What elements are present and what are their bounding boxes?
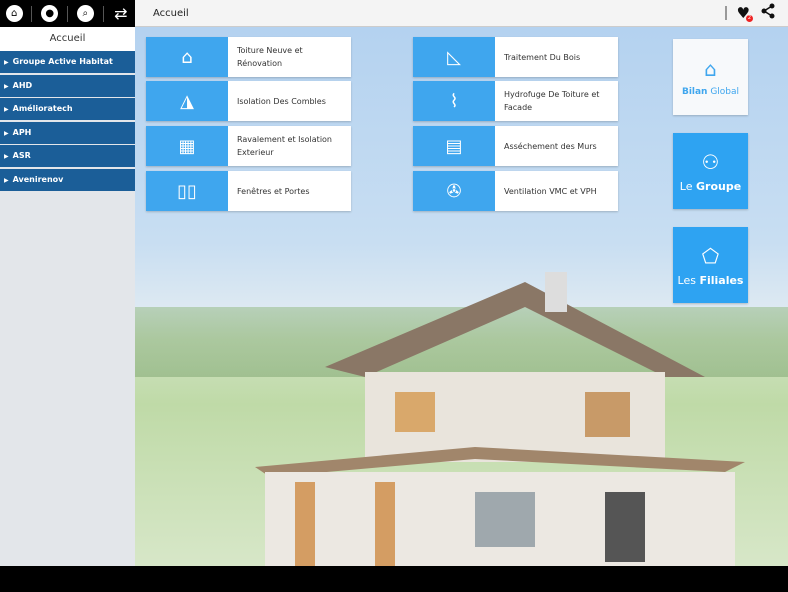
sidebar-item-ahd[interactable]: ▶ AHD [0, 74, 135, 97]
bilan-global-label: Bilan Global [682, 87, 739, 97]
le-groupe-button[interactable]: ⚇ Le Groupe [673, 133, 748, 209]
sidebar: Accueil ▶ Groupe Active Habitat ▶ AHD ▶ Amé… [0, 27, 135, 566]
brick-wall-icon: ▦ [146, 126, 228, 166]
fan-icon: ✇ [413, 171, 495, 211]
tile-label: Isolation Des Combles [237, 96, 326, 106]
caret-right-icon: ▶ [4, 153, 9, 160]
wood-frame-icon: ◺ [413, 37, 495, 77]
bottom-bar [0, 566, 788, 592]
tile-label: Traitement Du Bois [504, 52, 581, 62]
window-icon: ▯▯ [146, 171, 228, 211]
label-rest: Global [707, 87, 740, 97]
tile-label: Hydrofuge De Toiture et Facade [504, 90, 600, 112]
tile-isolation-combles[interactable]: ◮ Isolation Des Combles [146, 81, 351, 121]
divider [66, 5, 68, 22]
les-filiales-button[interactable]: ⬠ Les Filiales [673, 227, 748, 303]
bilan-global-button[interactable]: ⌂ Bilan Global [673, 39, 748, 115]
sidebar-item-amelioratech[interactable]: ▶ Amélioratech [0, 98, 135, 120]
sidebar-item-label: ASR [12, 151, 31, 160]
home-button[interactable]: ⌂ [3, 3, 25, 25]
profile-button[interactable]: ● [39, 3, 61, 25]
divider [31, 5, 33, 22]
tile-ravalement[interactable]: ▦ Ravalement et Isolation Exterieur [146, 126, 351, 166]
label-pre: Le [679, 179, 696, 193]
sidebar-item-label: Avenirenov [12, 174, 64, 184]
attic-icon: ◮ [146, 81, 228, 121]
tile-hydrofuge[interactable]: ⌇ Hydrofuge De Toiture et Facade [413, 81, 618, 121]
top-toolbar: ⌂ ● ⌕ ⇄ [0, 0, 135, 27]
caret-right-icon: ▶ [4, 82, 9, 90]
search-icon: ⌕ [76, 5, 94, 22]
header: Accueil ♥ 2 [135, 0, 788, 27]
label-bold: Filiales [699, 273, 744, 287]
wall-drying-icon: ▤ [413, 126, 495, 166]
sidebar-item-groupe-active-habitat[interactable]: ▶ Groupe Active Habitat [0, 51, 135, 73]
sidebar-item-label: APH [12, 127, 32, 137]
caret-right-icon: ▶ [4, 59, 9, 66]
roof-icon: ⌂ [146, 37, 228, 77]
spray-icon: ⌇ [413, 81, 495, 121]
tile-label: Fenêtres et Portes [237, 186, 310, 196]
les-filiales-label: Les Filiales [678, 274, 744, 287]
tile-fenetres[interactable]: ▯▯ Fenêtres et Portes [146, 171, 351, 211]
sync-icon: ⇄ [114, 4, 128, 23]
tile-assechement[interactable]: ▤ Asséchement des Murs [413, 126, 618, 166]
sidebar-item-aph[interactable]: ▶ APH [0, 121, 135, 144]
sidebar-item-label: AHD [12, 80, 33, 90]
thermal-camera-icon: ⌂ [704, 57, 717, 81]
tile-toiture[interactable]: ⌂ Toiture Neuve et Rénovation [146, 37, 351, 77]
divider [102, 5, 104, 22]
label-pre: Les [677, 273, 700, 287]
group-people-icon: ⚇ [701, 149, 720, 174]
main-content: ⌂ Toiture Neuve et Rénovation ◮ Isolation … [135, 27, 788, 566]
notification-badge: 2 [746, 15, 753, 22]
caret-right-icon: ▶ [4, 176, 9, 184]
sidebar-item-label: Groupe Active Habitat [12, 57, 113, 66]
france-map-icon: ⬠ [701, 243, 720, 268]
label-bold: Groupe [696, 179, 742, 193]
search-button[interactable]: ⌕ [74, 3, 96, 25]
tile-traitement-bois[interactable]: ◺ Traitement Du Bois [413, 37, 618, 77]
home-icon: ⌂ [5, 5, 23, 22]
tile-ventilation[interactable]: ✇ Ventilation VMC et VPH [413, 171, 618, 211]
tile-label: Ventilation VMC et VPH [504, 186, 597, 196]
tile-label: Ravalement et Isolation Exterieur [237, 135, 333, 157]
house-illustration [255, 272, 745, 566]
tile-label: Toiture Neuve et Rénovation [237, 46, 303, 68]
sidebar-title: Accueil [0, 27, 135, 51]
user-icon: ● [41, 5, 59, 22]
le-groupe-label: Le Groupe [680, 180, 741, 193]
sidebar-item-asr[interactable]: ▶ ASR [0, 145, 135, 167]
caret-right-icon: ▶ [4, 106, 9, 113]
sidebar-item-avenirenov[interactable]: ▶ Avenirenov [0, 168, 135, 191]
page-title: Accueil [153, 7, 189, 19]
divider [724, 6, 727, 20]
share-icon[interactable] [760, 3, 776, 23]
label-bold: Bilan [681, 87, 708, 97]
favorites-button[interactable]: ♥ 2 [737, 4, 753, 22]
sidebar-item-label: Amélioratech [12, 104, 73, 113]
tile-label: Asséchement des Murs [504, 141, 597, 151]
caret-right-icon: ▶ [4, 129, 9, 137]
sync-button[interactable]: ⇄ [110, 3, 132, 25]
